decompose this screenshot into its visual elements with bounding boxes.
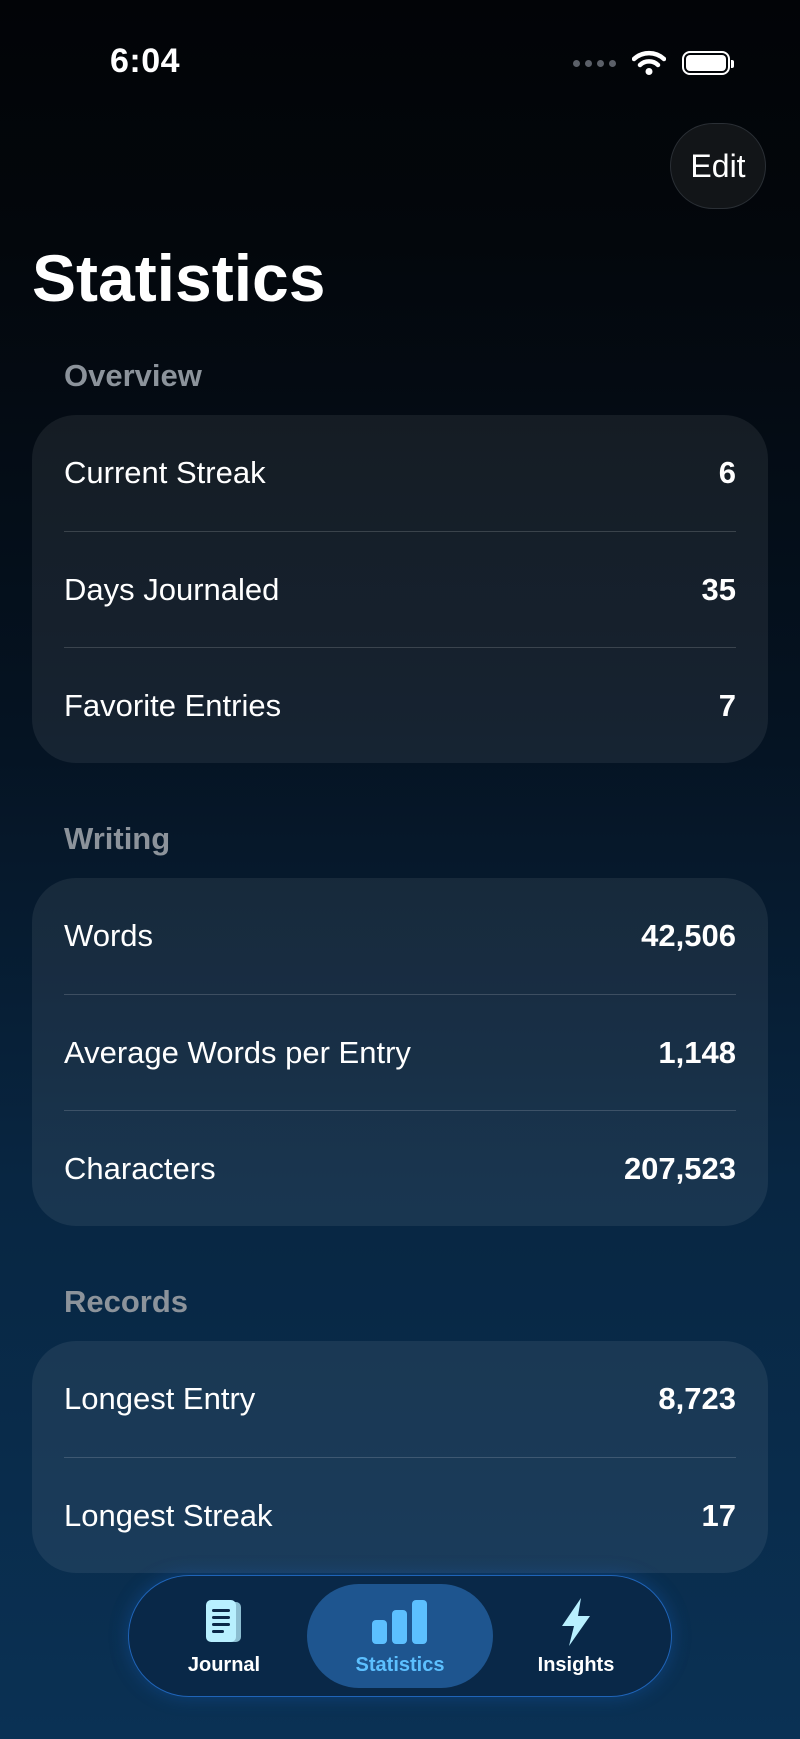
cellular-signal-icon [573,59,616,67]
section-header-records: Records [64,1284,189,1319]
stat-value: 42,506 [641,918,736,953]
journal-icon [206,1599,241,1642]
edit-button[interactable]: Edit [670,123,766,209]
lightning-bolt-icon [562,1597,590,1646]
writing-card: Words 42,506 Average Words per Entry 1,1… [32,878,768,1226]
tab-journal[interactable]: Journal [149,1584,299,1688]
stat-value: 1,148 [658,1034,736,1070]
overview-card: Current Streak 6 Days Journaled 35 Favor… [32,415,768,763]
tab-label: Insights [537,1653,615,1676]
wifi-icon [632,50,666,75]
stat-value: 17 [701,1497,736,1533]
status-time: 6:04 [110,42,181,80]
stat-value: 7 [718,687,736,723]
stat-label: Longest Entry [64,1381,256,1416]
page-title: Statistics [32,241,326,315]
stat-label: Average Words per Entry [64,1034,411,1070]
stat-value: 35 [701,571,736,607]
stat-row-days-journaled: Days Journaled 35 [64,531,736,647]
stat-row-average-words: Average Words per Entry 1,148 [64,994,736,1110]
stat-label: Favorite Entries [64,687,282,723]
stat-label: Words [64,918,154,953]
stat-row-favorite-entries: Favorite Entries 7 [64,647,736,763]
stat-row-longest-entry: Longest Entry 8,723 [64,1341,736,1457]
stat-value: 8,723 [658,1381,736,1416]
stat-label: Days Journaled [64,571,280,607]
records-card: Longest Entry 8,723 Longest Streak 17 [32,1341,768,1573]
tab-statistics[interactable]: Statistics [307,1584,493,1688]
section-header-overview: Overview [64,358,202,393]
stat-row-longest-streak: Longest Streak 17 [64,1457,736,1573]
stat-label: Characters [64,1150,216,1186]
tab-label: Statistics [355,1653,445,1676]
stat-row-current-streak: Current Streak 6 [64,415,736,531]
tab-bar: Journal Statistics Insights [128,1575,672,1697]
stat-row-words: Words 42,506 [64,878,736,994]
status-bar: 6:04 [0,0,800,130]
stat-value: 6 [718,455,736,490]
stat-label: Current Streak [64,455,266,490]
tab-insights[interactable]: Insights [501,1584,651,1688]
battery-icon [682,51,734,75]
status-indicators [573,50,734,76]
stat-label: Longest Streak [64,1497,273,1533]
stat-row-characters: Characters 207,523 [64,1110,736,1226]
section-header-writing: Writing [64,821,171,856]
bar-chart-icon [372,1599,427,1644]
tab-label: Journal [187,1653,261,1676]
stat-value: 207,523 [623,1150,736,1186]
